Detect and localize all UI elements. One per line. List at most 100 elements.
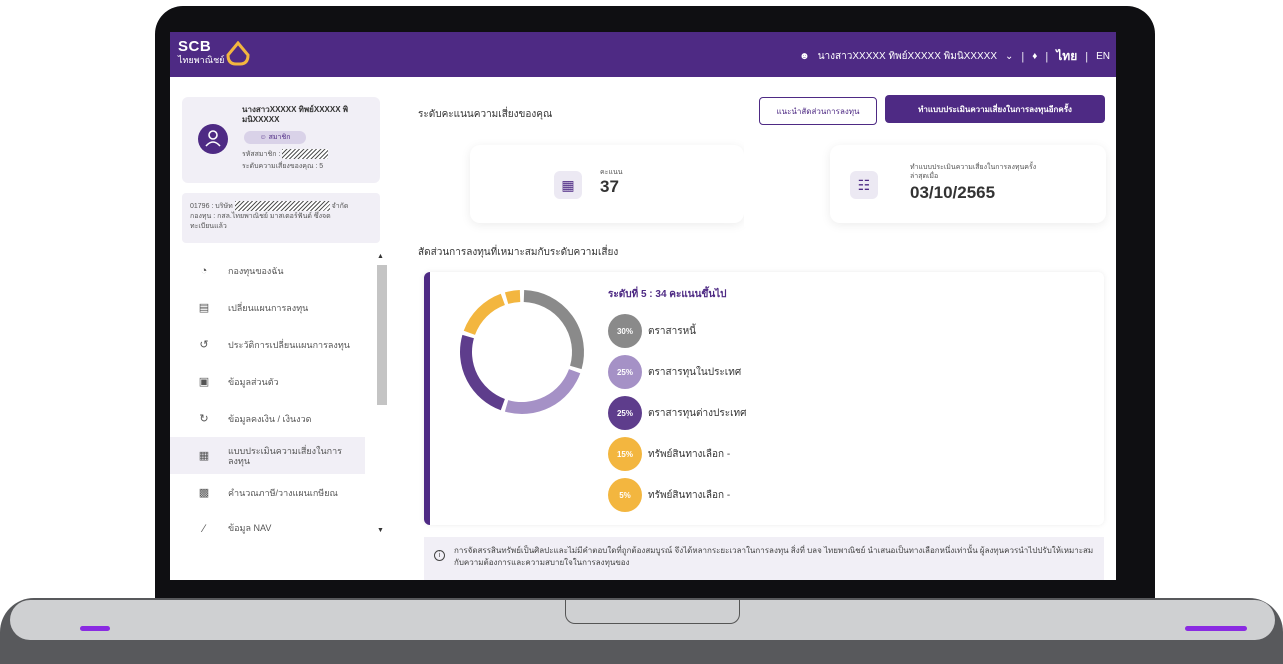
page-title: ระดับคะแนนความเสี่ยงของคุณ xyxy=(418,109,553,120)
sidebar-item-label: แบบประเมินความเสี่ยงในการลงทุน xyxy=(228,445,342,466)
avatar xyxy=(198,124,228,154)
user-name[interactable]: นางสาวXXXXX ทิพย์XXXXX พิมนิXXXXX xyxy=(818,49,997,64)
laptop-led-left xyxy=(80,626,110,631)
last-assessment-card: ☷ ทำแบบประเมินความเสี่ยงในการลงทุนครั้งล… xyxy=(830,145,1106,223)
score-icon: ▦ xyxy=(554,171,582,199)
fund-company-suffix: จำกัด xyxy=(331,202,349,210)
screen: SCB ไทยพาณิชย์ ☻ นางสาวXXXXX ทิพย์XXXXX … xyxy=(170,32,1116,580)
sidebar-item-tax-calc[interactable]: ▩ คำนวณภาษี/วางแผนเกษียณ xyxy=(170,474,392,511)
chart-line-icon: ∕ xyxy=(203,523,205,535)
legend-item: 30% ตราสารหนี้ xyxy=(608,314,696,348)
score-card: ▦ คะแนน 37 xyxy=(470,145,744,223)
legend-item: 15% ทรัพย์สินทางเลือก - xyxy=(608,437,730,471)
legend-label: ตราสารหนี้ xyxy=(648,325,696,337)
clipboard-icon: ▤ xyxy=(198,302,210,314)
lang-en-link[interactable]: EN xyxy=(1096,51,1110,62)
info-icon: i xyxy=(434,550,445,561)
donut-slice xyxy=(463,293,506,336)
history-icon: ↺ xyxy=(199,339,209,351)
risk-level-heading: ระดับที่ 5 : 34 คะแนนขึ้นไป xyxy=(608,289,727,300)
donut-slice xyxy=(504,368,581,414)
fund-name-cont: ทะเบียนแล้ว xyxy=(190,222,227,230)
id-card-icon: ▣ xyxy=(198,376,210,388)
laptop-notch xyxy=(565,600,740,624)
fund-info: 01796 : บริษัท จำกัด กองทุน : กสล.ไทยพาณ… xyxy=(182,193,380,243)
fund-name: กองทุน : กสล.ไทยพาณิชย์ มาสเตอร์ฟันด์ ซึ… xyxy=(190,212,331,220)
score-value: 37 xyxy=(600,177,619,196)
fund-code: 01796 : บริษัท xyxy=(190,202,233,210)
redacted-mask xyxy=(234,201,330,211)
allocation-card: ระดับที่ 5 : 34 คะแนนขึ้นไป 30% ตราสารหน… xyxy=(424,272,1104,525)
scroll-down-arrow[interactable]: ▼ xyxy=(377,527,384,534)
scroll-up-arrow[interactable]: ▲ xyxy=(377,253,384,260)
calendar-icon: ☷ xyxy=(850,171,878,199)
sidebar-item-label: ข้อมูล NAV xyxy=(228,523,272,533)
legend-label: ทรัพย์สินทางเลือก - xyxy=(648,448,731,460)
last-assessment-date: 03/10/2565 xyxy=(910,183,996,202)
retake-assessment-button[interactable]: ทำแบบประเมินความเสี่ยงในการลงทุนอีกครั้ง xyxy=(885,95,1105,123)
redacted-mask xyxy=(282,149,329,160)
lang-th-link[interactable]: ไทย xyxy=(1056,47,1077,66)
member-badge: ☺ สมาชิก xyxy=(244,131,306,144)
legend-badge: 30% xyxy=(608,314,642,348)
calculator-icon: ▩ xyxy=(198,487,210,499)
member-code: รหัสสมาชิก : xyxy=(242,149,329,160)
chevron-down-icon[interactable]: ⌄ xyxy=(1005,51,1013,62)
legend-badge: 15% xyxy=(608,437,642,471)
last-assessment-label: ทำแบบประเมินความเสี่ยงในการลงทุนครั้งล่า… xyxy=(910,164,1037,180)
person-icon xyxy=(205,130,221,147)
sidebar: นางสาวXXXXX ทิพย์XXXXX พิมนิXXXXX ☺ สมาช… xyxy=(170,77,392,580)
legend-item: 5% ทรัพย์สินทางเลือก - xyxy=(608,478,730,512)
legend-badge: 5% xyxy=(608,478,642,512)
sidebar-item-risk-assessment[interactable]: ▦ แบบประเมินความเสี่ยงในการลงทุน xyxy=(170,437,365,474)
top-nav: ☻ นางสาวXXXXX ทิพย์XXXXX พิมนิXXXXX ⌄ | … xyxy=(799,47,1110,66)
assessment-icon: ▦ xyxy=(198,449,210,462)
sidebar-item-label: ข้อมูลส่วนตัว xyxy=(228,376,279,387)
sidebar-scroll-thumb[interactable] xyxy=(377,265,387,405)
sidebar-item-label: เปลี่ยนแผนการลงทุน xyxy=(228,302,309,313)
separator: | xyxy=(1021,50,1025,63)
separator: | xyxy=(1085,50,1089,63)
card-accent-bar xyxy=(424,272,430,525)
sidebar-item-personal-info[interactable]: ▣ ข้อมูลส่วนตัว xyxy=(170,363,392,400)
main-content: ระดับคะแนนความเสี่ยงของคุณ แนะนำสัดส่วนก… xyxy=(406,77,1116,580)
bell-icon[interactable]: ♦ xyxy=(1032,51,1037,62)
donut-slice xyxy=(504,290,521,304)
scb-logo[interactable]: SCB ไทยพาณิชย์ xyxy=(178,39,250,66)
sidebar-item-nav[interactable]: ∕ ข้อมูล NAV xyxy=(170,511,392,535)
sidebar-item-label: กองทุนของฉัน xyxy=(228,265,284,276)
profile-name: นางสาวXXXXX ทิพย์XXXXX พิมนิXXXXX xyxy=(242,105,349,124)
allocation-donut-chart xyxy=(460,290,584,414)
sidebar-item-plan-history[interactable]: ↺ ประวัติการเปลี่ยนแผนการลงทุน xyxy=(170,326,392,363)
member-label: สมาชิก xyxy=(268,134,291,141)
legend-label: ตราสารทุนในประเทศ xyxy=(648,366,742,378)
allocation-title: สัดส่วนการลงทุนที่เหมาะสมกับระดับความเสี… xyxy=(418,247,619,258)
legend-badge: 25% xyxy=(608,355,642,389)
fund-company: 01796 : บริษัท จำกัด xyxy=(190,201,372,212)
sidebar-item-label: ประวัติการเปลี่ยนแผนการลงทุน xyxy=(228,339,350,350)
legend-item: 25% ตราสารทุนในประเทศ xyxy=(608,355,741,389)
group-icon: ☺ xyxy=(259,134,269,141)
sidebar-item-change-plan[interactable]: ▤ เปลี่ยนแผนการลงทุน xyxy=(170,289,392,326)
pie-chart-icon: ◔ xyxy=(200,264,208,277)
card-divider-mask xyxy=(744,141,828,227)
scb-lotus-icon xyxy=(226,41,250,66)
allocation-guide-button[interactable]: แนะนำสัดส่วนการลงทุน xyxy=(759,97,877,125)
legend-item: 25% ตราสารทุนต่างประเทศ xyxy=(608,396,746,430)
profile-card: นางสาวXXXXX ทิพย์XXXXX พิมนิXXXXX ☺ สมาช… xyxy=(182,97,380,183)
member-code-label: รหัสสมาชิก : xyxy=(242,151,281,158)
legend-label: ตราสารทุนต่างประเทศ xyxy=(648,407,747,419)
brand-sub: ไทยพาณิชย์ xyxy=(178,55,225,65)
risk-level-text: ระดับความเสี่ยงของคุณ : 5 xyxy=(242,163,324,170)
user-icon: ☻ xyxy=(799,51,810,62)
sidebar-item-my-funds[interactable]: ◔ กองทุนของฉัน xyxy=(170,252,392,289)
legend-label: ทรัพย์สินทางเลือก - xyxy=(648,489,731,501)
donut-slice xyxy=(523,290,584,370)
donut-slice xyxy=(460,334,506,411)
sidebar-item-money-info[interactable]: ↻ ข้อมูลคงเงิน / เงินงวด xyxy=(170,400,392,437)
top-bar: SCB ไทยพาณิชย์ ☻ นางสาวXXXXX ทิพย์XXXXX … xyxy=(170,32,1116,77)
money-cycle-icon: ↻ xyxy=(199,413,209,425)
sidebar-item-label: ข้อมูลคงเงิน / เงินงวด xyxy=(228,413,312,424)
sidebar-item-label: คำนวณภาษี/วางแผนเกษียณ xyxy=(228,487,338,498)
laptop-led-right xyxy=(1185,626,1247,631)
